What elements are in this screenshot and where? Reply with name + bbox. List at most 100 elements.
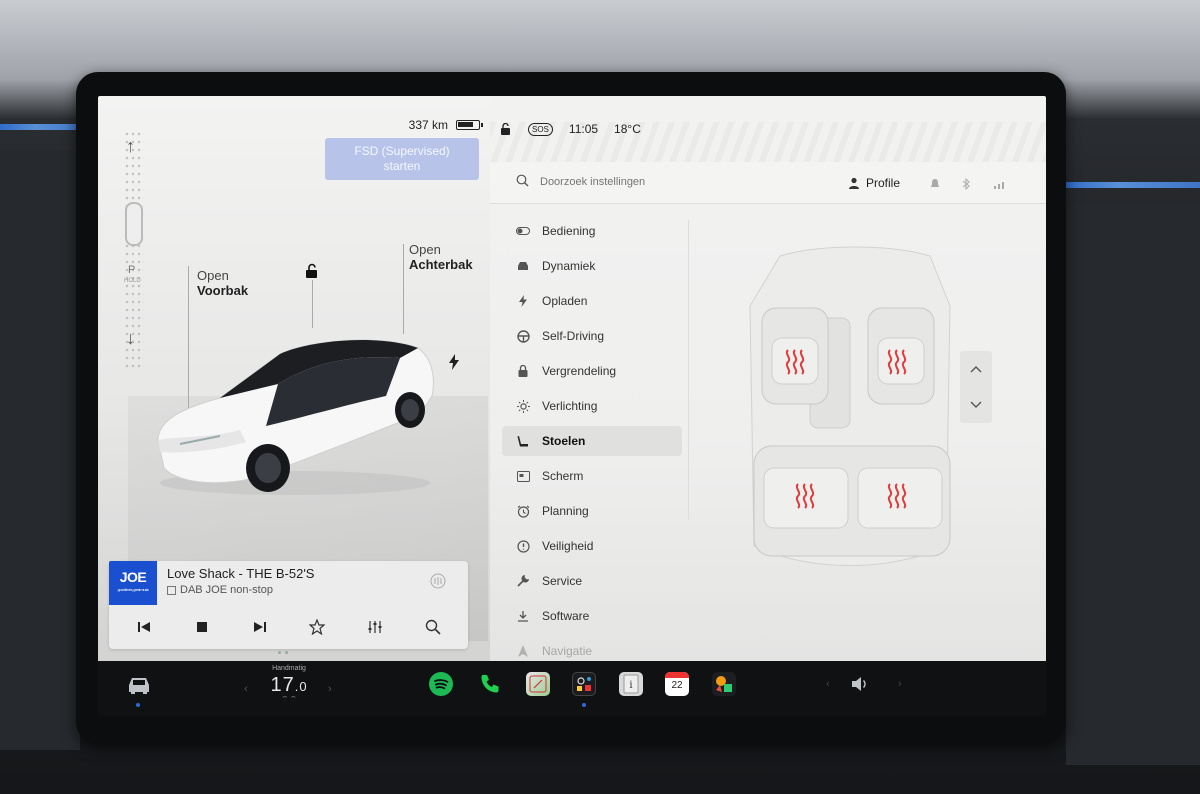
search-icon	[516, 174, 529, 187]
notification-bell-icon[interactable]	[930, 178, 940, 190]
svg-text:i: i	[629, 680, 632, 691]
menu-item-opladen[interactable]: Opladen	[502, 286, 682, 316]
menu-label: Self-Driving	[542, 329, 605, 343]
climate-control[interactable]: Handmatig 17.0 ⌔ ⌔	[244, 665, 334, 713]
profile-label: Profile	[866, 176, 901, 190]
temperature-integer: 17	[270, 674, 295, 696]
vehicle-pane: 337 km FSD (Supervised) starten ↑ P HOLD…	[98, 96, 490, 661]
favorite-star-icon[interactable]	[302, 617, 332, 640]
touchscreen: 337 km FSD (Supervised) starten ↑ P HOLD…	[98, 96, 1046, 716]
cabin-temperature: 17.0	[244, 674, 334, 697]
menu-item-scherm[interactable]: Scherm	[502, 461, 682, 491]
media-player: JOE good times, great music Love Shack -…	[109, 561, 468, 649]
toybox-icon[interactable]	[572, 672, 596, 696]
menu-label: Dynamiek	[542, 259, 596, 273]
front-trunk-label-top: Open	[197, 268, 229, 283]
lock-status-icon[interactable]	[500, 123, 512, 135]
stop-icon[interactable]	[187, 620, 217, 638]
status-bar-right: SOS 11:05 18°C	[500, 122, 641, 136]
menu-label: Veiligheid	[542, 539, 594, 553]
front-trunk-label-bottom: Voorbak	[197, 283, 249, 298]
fsd-start-button[interactable]: FSD (Supervised) starten	[325, 138, 479, 180]
climate-mode: Handmatig	[272, 665, 306, 672]
top-status-icons	[930, 178, 1006, 190]
media-icon[interactable]	[526, 672, 550, 696]
car-icon	[516, 261, 530, 271]
menu-label: Software	[542, 609, 590, 623]
chevron-down-icon[interactable]	[970, 401, 982, 409]
profile-button[interactable]: Profile	[848, 176, 900, 190]
charge-port-bolt-icon[interactable]	[448, 354, 460, 370]
menu-item-veiligheid[interactable]: Veiligheid	[502, 531, 682, 561]
status-bar-left: 337 km	[408, 118, 483, 132]
settings-search-bar: Profile	[490, 162, 1046, 204]
temp-increase-chevron-icon[interactable]: ›	[328, 683, 332, 695]
calendar-icon[interactable]: 22	[665, 672, 689, 696]
rear-trunk-label-bottom: Achterbak	[409, 257, 473, 272]
front-trunk-button[interactable]: Open Voorbak	[197, 268, 248, 298]
volume-up-chevron-icon[interactable]: ›	[898, 678, 902, 690]
sos-badge[interactable]: SOS	[528, 122, 553, 136]
equalizer-icon[interactable]	[360, 619, 390, 640]
menu-item-vergrendeling[interactable]: Vergrendeling	[502, 356, 682, 386]
seat-scroll-controls	[960, 351, 992, 423]
chevron-up-icon[interactable]	[970, 365, 982, 373]
spotify-icon[interactable]	[429, 672, 453, 696]
media-controls	[109, 611, 468, 647]
seat-icon	[516, 435, 530, 448]
car-controls-icon[interactable]	[126, 675, 152, 695]
dashboard-panel-left	[0, 150, 80, 750]
previous-track-icon[interactable]	[129, 620, 159, 639]
menu-item-dynamiek[interactable]: Dynamiek	[502, 251, 682, 281]
dashboard-ambient-light-right	[1064, 182, 1200, 188]
menu-item-bediening[interactable]: Bediening	[502, 216, 682, 246]
download-icon	[516, 610, 530, 622]
menu-item-self-driving[interactable]: Self-Driving	[502, 321, 682, 351]
unlock-icon[interactable]	[304, 263, 320, 279]
volume-icon[interactable]	[850, 675, 870, 693]
bluetooth-icon[interactable]	[962, 178, 970, 190]
menu-item-stoelen[interactable]: Stoelen	[502, 426, 682, 456]
menu-label: Scherm	[542, 469, 584, 483]
phone-icon[interactable]	[478, 672, 502, 696]
gear-car-icon	[125, 202, 143, 246]
shield-icon	[516, 539, 530, 553]
vehicle-3d-model	[157, 339, 434, 495]
volume-down-chevron-icon[interactable]: ‹	[826, 678, 830, 690]
waveform-icon[interactable]	[430, 573, 446, 589]
gear-up-arrow-icon: ↑	[126, 136, 135, 156]
gear-hold-label: HOLD	[124, 278, 141, 284]
light-icon	[516, 399, 530, 413]
seat-front-right[interactable]	[867, 307, 935, 405]
gear-selector[interactable]: ↑ P HOLD ↓	[124, 130, 144, 370]
radio-source-icon	[167, 585, 176, 595]
menu-label: Opladen	[542, 294, 588, 308]
range-readout: 337 km	[408, 118, 448, 132]
next-track-icon[interactable]	[245, 620, 275, 639]
menu-label: Planning	[542, 504, 589, 518]
menu-label: Stoelen	[542, 434, 586, 448]
manual-icon[interactable]: i	[619, 672, 643, 696]
steering-wheel-icon	[516, 329, 530, 343]
alarm-icon	[516, 505, 530, 518]
menu-label: Bediening	[542, 224, 596, 238]
lte-signal-icon	[994, 182, 1004, 189]
games-icon[interactable]	[712, 672, 736, 696]
search-media-icon[interactable]	[418, 619, 448, 640]
station-logo: JOE good times, great music	[109, 561, 157, 605]
outside-temperature: 18°C	[614, 122, 641, 136]
menu-label: Verlichting	[542, 399, 598, 413]
menu-item-verlichting[interactable]: Verlichting	[502, 391, 682, 421]
menu-label: Vergrendeling	[542, 364, 617, 378]
settings-pane: SOS 11:05 18°C Profile Bediening	[490, 96, 1046, 661]
settings-search-input[interactable]	[540, 172, 790, 192]
menu-item-planning[interactable]: Planning	[502, 496, 682, 526]
rear-trunk-button[interactable]: Open Achterbak	[409, 242, 473, 272]
rear-seat-bench[interactable]	[753, 445, 951, 557]
track-title: Love Shack - THE B-52'S	[167, 566, 315, 581]
defrost-icons: ⌔ ⌔	[281, 696, 297, 703]
person-icon	[849, 177, 859, 189]
menu-item-software[interactable]: Software	[502, 601, 682, 631]
menu-item-service[interactable]: Service	[502, 566, 682, 596]
track-source: DAB JOE non-stop	[167, 584, 273, 596]
